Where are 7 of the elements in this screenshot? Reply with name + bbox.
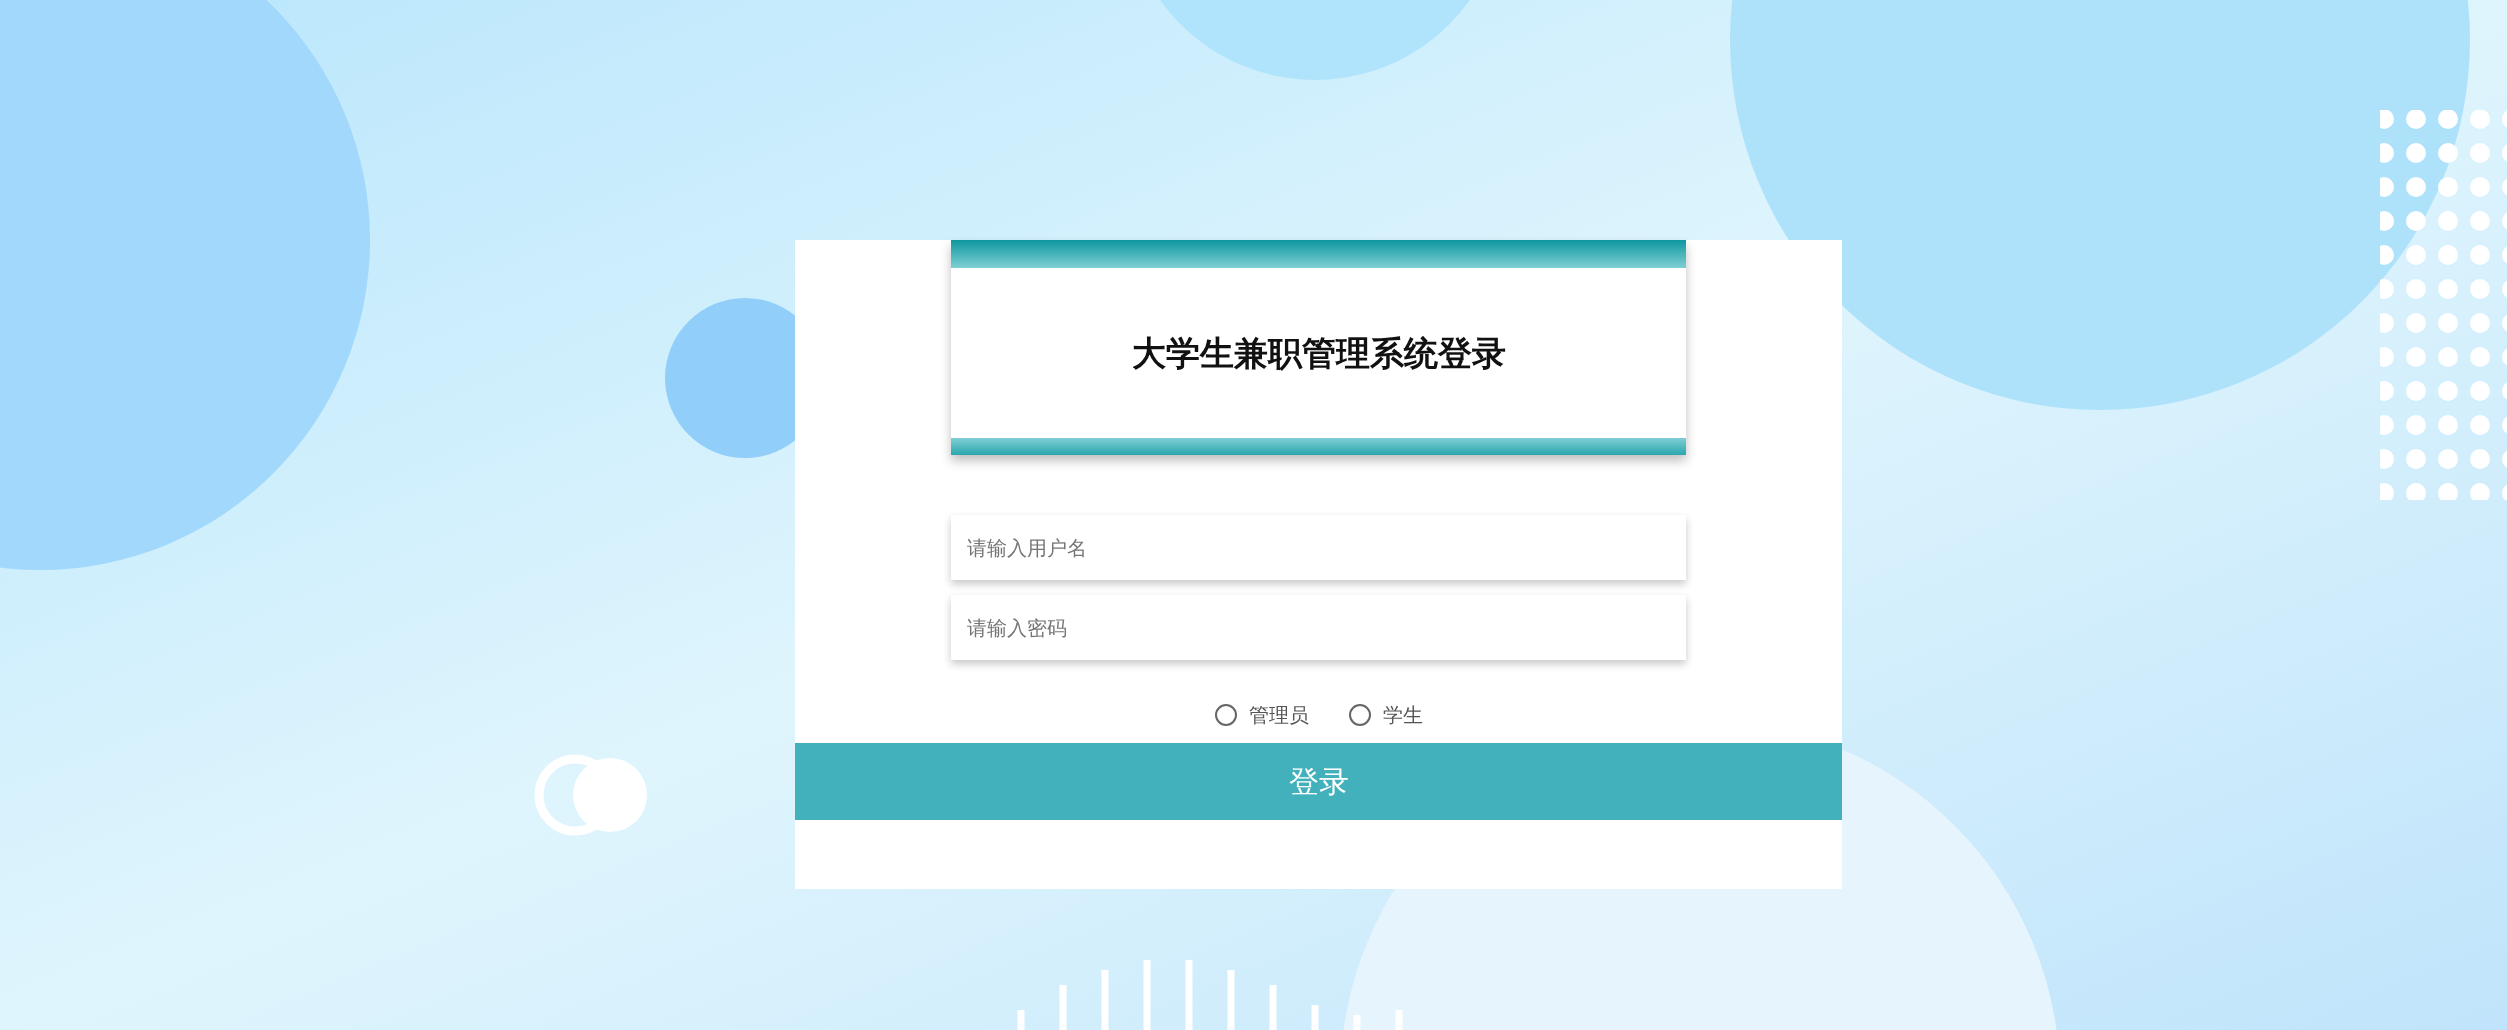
username-field[interactable]: 请输入用户名 [951,515,1686,580]
login-title: 大学生兼职管理系统登录 [1131,332,1506,374]
role-label[interactable]: 管理员 [1248,700,1309,730]
radio-button[interactable] [1214,704,1237,726]
password-field[interactable]: 请输入密码 [951,595,1686,660]
radio-button[interactable] [1348,704,1371,726]
role-label[interactable]: 学生 [1382,700,1423,730]
